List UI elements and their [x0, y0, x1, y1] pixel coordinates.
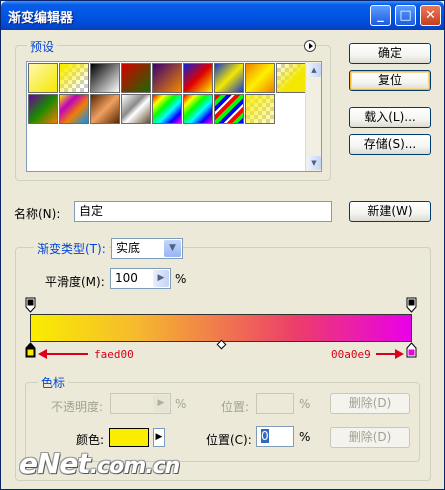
opacity-stop-left[interactable]	[25, 297, 36, 313]
save-button[interactable]: 存储(S)...	[349, 134, 431, 155]
preset-list[interactable]: ▲ ▼	[26, 61, 322, 172]
gradient-preview-bar[interactable]	[30, 314, 412, 342]
preset-swatch[interactable]	[121, 94, 151, 124]
preset-swatch[interactable]	[28, 63, 58, 93]
opacity-label: 不透明度:	[51, 400, 104, 414]
color-label: 颜色:	[76, 433, 105, 447]
gradient-type-label: 渐变类型(T):	[34, 240, 109, 257]
color-location-label: 位置(C):	[206, 433, 252, 447]
annotation-arrow-left	[38, 348, 88, 360]
preset-swatch[interactable]	[121, 63, 151, 93]
close-button[interactable]: ✕	[420, 5, 441, 26]
opacity-unit: %	[175, 397, 187, 411]
opacity-stop-right[interactable]	[406, 297, 417, 313]
maximize-button[interactable]: □	[395, 5, 416, 26]
preset-swatch[interactable]	[183, 63, 213, 93]
gradient-type-select[interactable]: 实底 ▼	[111, 238, 183, 259]
preset-swatch[interactable]	[28, 94, 58, 124]
opacity-location-unit: %	[299, 397, 311, 411]
scroll-up-icon[interactable]: ▲	[307, 63, 321, 77]
gradient-type-value: 实底	[116, 241, 141, 255]
scroll-down-icon[interactable]: ▼	[307, 156, 321, 170]
preset-swatch[interactable]	[59, 63, 89, 93]
smoothness-input[interactable]: 100 ▶	[110, 268, 171, 289]
gradient-editor-window: 渐变编辑器 _ □ ✕ 预设 ▲ ▼ 确定 复位 载入(L)... 存储(S).…	[0, 0, 445, 490]
color-location-value: 0	[261, 429, 269, 443]
ok-button[interactable]: 确定	[349, 43, 431, 64]
preset-scrollbar[interactable]: ▲ ▼	[305, 62, 321, 171]
load-button[interactable]: 载入(L)...	[349, 107, 431, 128]
new-button[interactable]: 新建(W)	[349, 201, 431, 222]
window-title: 渐变编辑器	[8, 11, 74, 26]
title-bar[interactable]: 渐变编辑器 _ □ ✕	[1, 1, 444, 30]
name-label: 名称(N):	[14, 207, 61, 221]
presets-title: 预设	[27, 38, 58, 55]
watermark-suffix: .com.cn	[89, 454, 180, 479]
chevron-down-icon[interactable]: ▼	[164, 240, 181, 257]
preset-swatch[interactable]	[90, 94, 120, 124]
color-stop-left[interactable]	[25, 342, 36, 358]
reset-button[interactable]: 复位	[349, 70, 431, 91]
stop-color-swatch[interactable]	[109, 428, 149, 447]
smoothness-value: 100	[115, 271, 138, 285]
delete-opacity-button: 删除(D)	[330, 393, 410, 414]
preset-swatch[interactable]	[245, 63, 275, 93]
preset-swatch[interactable]	[152, 94, 182, 124]
chevron-right-icon[interactable]: ▶	[153, 270, 169, 287]
color-location-unit: %	[299, 430, 311, 444]
preset-swatch[interactable]	[214, 63, 244, 93]
color-stop-right[interactable]	[406, 342, 417, 358]
minimize-button[interactable]: _	[370, 5, 391, 26]
preset-swatch[interactable]	[245, 94, 275, 124]
smoothness-label: 平滑度(M):	[45, 275, 105, 289]
preset-swatch[interactable]	[183, 94, 213, 124]
smoothness-unit: %	[175, 272, 187, 286]
preset-swatch[interactable]	[90, 63, 120, 93]
opacity-location-input	[256, 393, 294, 414]
annotation-right-color: 00a0e9	[331, 348, 371, 361]
preset-swatch[interactable]	[276, 63, 306, 93]
opacity-input: ▶	[110, 393, 171, 414]
presets-menu-icon[interactable]	[304, 40, 316, 52]
color-stops-title: 色标	[38, 374, 69, 391]
color-menu-arrow-icon[interactable]: ▶	[153, 428, 165, 447]
preset-swatch[interactable]	[59, 94, 89, 124]
annotation-arrow-right	[376, 348, 404, 360]
preset-swatch[interactable]	[152, 63, 182, 93]
chevron-right-icon: ▶	[153, 395, 169, 412]
preset-swatch[interactable]	[214, 94, 244, 124]
delete-color-button: 删除(D)	[330, 427, 410, 448]
opacity-location-label: 位置:	[221, 400, 250, 414]
annotation-left-color: faed00	[94, 348, 134, 361]
watermark-main: eNet	[19, 447, 91, 480]
enet-watermark: eNet.com.cn	[19, 447, 180, 480]
color-location-input[interactable]: 0	[256, 426, 294, 447]
name-input[interactable]: 自定	[74, 201, 332, 222]
